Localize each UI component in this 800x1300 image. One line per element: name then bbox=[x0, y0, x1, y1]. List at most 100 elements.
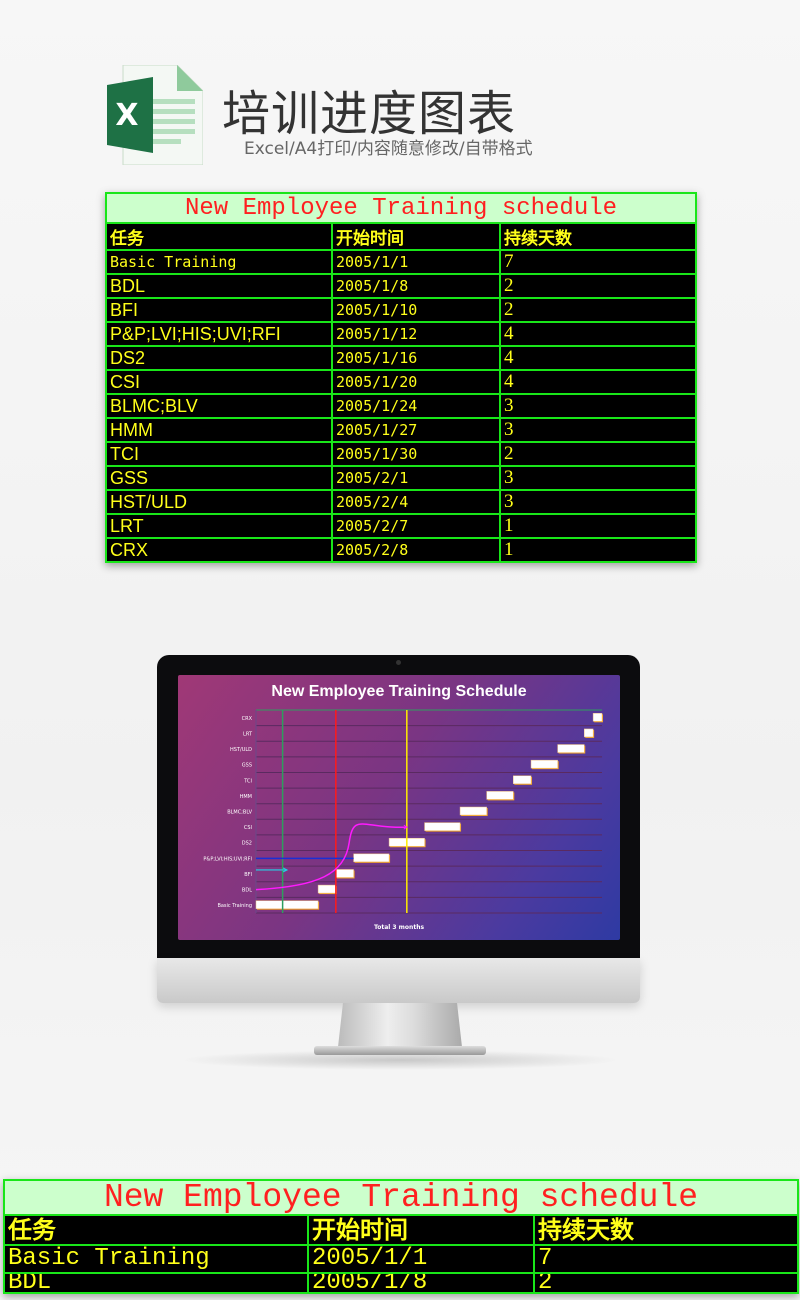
cell-duration[interactable]: 4 bbox=[498, 345, 698, 371]
cell-duration[interactable]: 2 bbox=[533, 1272, 799, 1294]
y-tick-label: GSS bbox=[242, 763, 252, 769]
y-tick-label: HMM bbox=[240, 794, 252, 800]
cell-duration[interactable]: 4 bbox=[498, 369, 698, 395]
training-schedule-table-zoomed: New Employee Training schedule 任务 开始时间 持续天数… bbox=[3, 1179, 799, 1294]
gantt-chart: New Employee Training Schedule Basic Tra… bbox=[178, 675, 620, 940]
cell-duration[interactable]: 3 bbox=[498, 417, 698, 443]
gantt-bar bbox=[557, 744, 585, 753]
table-header-row: 任务 开始时间 持续天数 bbox=[3, 1214, 799, 1246]
gantt-bar bbox=[424, 822, 461, 831]
cell-start-date[interactable]: 2005/1/1 bbox=[331, 249, 501, 275]
cell-task[interactable]: LRT bbox=[105, 513, 333, 539]
cell-start-date[interactable]: 2005/1/30 bbox=[331, 441, 501, 467]
column-header-duration[interactable]: 持续天数 bbox=[533, 1214, 799, 1246]
monitor-chin bbox=[157, 958, 640, 1003]
y-tick-label: CRX bbox=[242, 716, 253, 722]
y-tick-label: Basic Training bbox=[217, 903, 252, 909]
cell-start-date[interactable]: 2005/2/1 bbox=[331, 465, 501, 491]
table-title: New Employee Training schedule bbox=[3, 1179, 799, 1216]
cell-start-date[interactable]: 2005/1/8 bbox=[307, 1272, 535, 1294]
cell-start-date[interactable]: 2005/1/24 bbox=[331, 393, 501, 419]
column-header-task[interactable]: 任务 bbox=[3, 1214, 309, 1246]
chart-plot: Basic Training BDL BFI P&P;LVI;HIS;UVI;RFI D… bbox=[203, 709, 603, 914]
gantt-bar bbox=[459, 806, 487, 816]
gantt-bar bbox=[353, 853, 390, 863]
gantt-bar bbox=[584, 728, 594, 738]
cell-start-date[interactable]: 2005/1/1 bbox=[307, 1244, 535, 1274]
column-header-duration[interactable]: 持续天数 bbox=[498, 222, 698, 251]
cell-task[interactable]: GSS bbox=[105, 465, 333, 491]
page-subtitle: Excel/A4打印/内容随意修改/自带格式 bbox=[244, 139, 533, 159]
table-row: Basic Training 2005/1/1 7 bbox=[3, 1244, 799, 1274]
cell-duration[interactable]: 3 bbox=[498, 393, 698, 419]
gantt-bar bbox=[335, 869, 354, 878]
table-row: LRT 2005/2/7 1 bbox=[105, 513, 698, 539]
cell-task[interactable]: BDL bbox=[3, 1272, 309, 1294]
cell-task[interactable]: CSI bbox=[105, 369, 333, 395]
table-row: CSI 2005/1/20 4 bbox=[105, 369, 698, 395]
cell-task[interactable]: HMM bbox=[105, 417, 333, 443]
table-row: HMM 2005/1/27 3 bbox=[105, 417, 698, 443]
y-tick-label: BDL bbox=[242, 888, 252, 894]
cell-task[interactable]: Basic Training bbox=[105, 249, 333, 275]
table-row: GSS 2005/2/1 3 bbox=[105, 465, 698, 491]
table-title: New Employee Training schedule bbox=[104, 192, 698, 224]
table-row: HST/ULD 2005/2/4 3 bbox=[105, 489, 698, 515]
cell-start-date[interactable]: 2005/2/4 bbox=[331, 489, 501, 515]
gantt-bar bbox=[513, 775, 532, 785]
cell-task[interactable]: BDL bbox=[105, 273, 333, 299]
cell-start-date[interactable]: 2005/1/8 bbox=[331, 273, 501, 299]
chart-x-axis-label: Total 3 months bbox=[373, 924, 425, 931]
table-row: CRX 2005/2/8 1 bbox=[105, 537, 698, 563]
cell-task[interactable]: HST/ULD bbox=[105, 489, 333, 515]
column-header-task[interactable]: 任务 bbox=[105, 222, 333, 251]
gantt-bar bbox=[592, 713, 603, 722]
y-tick-label: BFI bbox=[244, 872, 252, 878]
cell-task[interactable]: P&P;LVI;HIS;UVI;RFI bbox=[105, 321, 333, 347]
table-row: DS2 2005/1/16 4 bbox=[105, 345, 698, 371]
cell-duration[interactable]: 7 bbox=[533, 1244, 799, 1274]
cell-start-date[interactable]: 2005/1/16 bbox=[331, 345, 501, 371]
table-row: BFI 2005/1/10 2 bbox=[105, 297, 698, 323]
gantt-bar bbox=[255, 900, 319, 909]
column-header-start-date[interactable]: 开始时间 bbox=[331, 222, 501, 251]
cell-task[interactable]: DS2 bbox=[105, 345, 333, 371]
cell-duration[interactable]: 3 bbox=[498, 465, 698, 491]
cell-task[interactable]: TCI bbox=[105, 441, 333, 467]
cell-duration[interactable]: 2 bbox=[498, 441, 698, 467]
y-tick-label: LRT bbox=[243, 731, 253, 737]
table-title-row: New Employee Training schedule bbox=[3, 1179, 799, 1216]
cell-duration[interactable]: 4 bbox=[498, 321, 698, 347]
svg-text:X: X bbox=[115, 98, 138, 133]
gantt-bar bbox=[530, 759, 558, 769]
monitor-stand-base bbox=[314, 1046, 486, 1055]
camera-icon bbox=[396, 660, 401, 665]
cell-task[interactable]: BFI bbox=[105, 297, 333, 323]
y-tick-label: BLMC;BLV bbox=[227, 810, 252, 816]
cell-start-date[interactable]: 2005/1/12 bbox=[331, 321, 501, 347]
monitor-stand bbox=[338, 1003, 462, 1047]
excel-file-icon: X bbox=[107, 65, 203, 165]
table-title-row: New Employee Training schedule bbox=[104, 192, 698, 224]
table-row: BLMC;BLV 2005/1/24 3 bbox=[105, 393, 698, 419]
table-row: BDL 2005/1/8 2 bbox=[3, 1272, 799, 1294]
cell-task[interactable]: CRX bbox=[105, 537, 333, 563]
column-header-start-date[interactable]: 开始时间 bbox=[307, 1214, 535, 1246]
table-row: P&P;LVI;HIS;UVI;RFI 2005/1/12 4 bbox=[105, 321, 698, 347]
cell-start-date[interactable]: 2005/1/27 bbox=[331, 417, 501, 443]
cell-task[interactable]: Basic Training bbox=[3, 1244, 309, 1274]
cell-duration[interactable]: 7 bbox=[498, 249, 698, 275]
cell-duration[interactable]: 2 bbox=[498, 297, 698, 323]
cell-start-date[interactable]: 2005/2/8 bbox=[331, 537, 501, 563]
cell-duration[interactable]: 1 bbox=[498, 513, 698, 539]
cell-duration[interactable]: 2 bbox=[498, 273, 698, 299]
cell-duration[interactable]: 3 bbox=[498, 489, 698, 515]
y-tick-label: DS2 bbox=[242, 841, 252, 847]
cell-duration[interactable]: 1 bbox=[498, 537, 698, 563]
cell-start-date[interactable]: 2005/2/7 bbox=[331, 513, 501, 539]
cell-task[interactable]: BLMC;BLV bbox=[105, 393, 333, 419]
gantt-bar bbox=[486, 791, 514, 800]
cell-start-date[interactable]: 2005/1/20 bbox=[331, 369, 501, 395]
y-tick-label: CSI bbox=[244, 825, 252, 831]
cell-start-date[interactable]: 2005/1/10 bbox=[331, 297, 501, 323]
